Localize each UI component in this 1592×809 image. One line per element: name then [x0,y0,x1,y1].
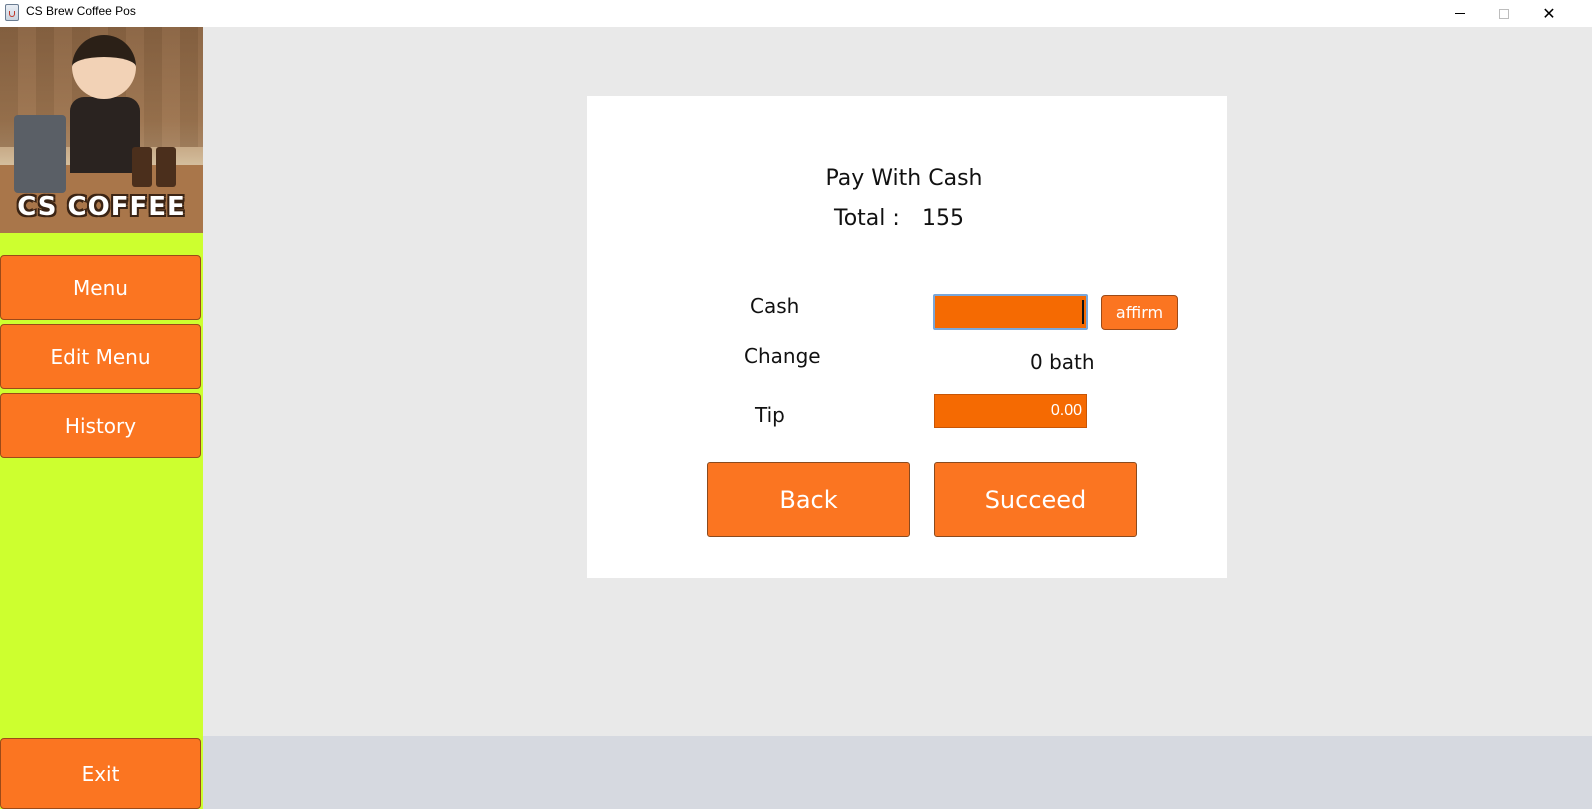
cash-input[interactable] [933,294,1088,330]
logo-brand-text: CS COFFEE [17,192,186,222]
change-value: 0 bath [1030,350,1095,374]
cs-coffee-logo: CS COFFEE [0,27,203,233]
window-title: CS Brew Coffee Pos [26,4,136,18]
succeed-button[interactable]: Succeed [934,462,1137,537]
espresso-machine-illustration [14,115,66,193]
window-titlebar: CS Brew Coffee Pos ✕ [0,0,1592,27]
menu-button[interactable]: Menu [0,255,201,320]
exit-button[interactable]: Exit [0,738,201,809]
footer-strip [203,736,1592,809]
tip-label: Tip [755,403,785,427]
total-value: 155 [922,206,964,231]
history-button[interactable]: History [0,393,201,458]
edit-menu-button[interactable]: Edit Menu [0,324,201,389]
close-button[interactable]: ✕ [1526,0,1572,27]
barista-illustration [70,97,140,173]
tip-input[interactable] [934,394,1087,428]
sidebar: CS COFFEE Menu Edit Menu History Exit [0,27,203,809]
change-label: Change [744,344,821,368]
affirm-button[interactable]: affirm [1101,295,1178,330]
pay-with-cash-dialog: Pay With Cash Total : 155 Cash affirm Ch… [587,96,1227,578]
close-icon: ✕ [1542,3,1556,23]
text-caret [1082,300,1084,324]
minimize-icon [1455,13,1465,14]
maximize-icon [1499,8,1509,19]
dialog-title: Pay With Cash [825,166,983,191]
total-label: Total : [834,206,900,231]
maximize-button[interactable] [1481,0,1527,27]
java-app-icon [5,4,19,21]
back-button[interactable]: Back [707,462,910,537]
minimize-button[interactable] [1437,0,1483,27]
cash-label: Cash [750,294,800,318]
